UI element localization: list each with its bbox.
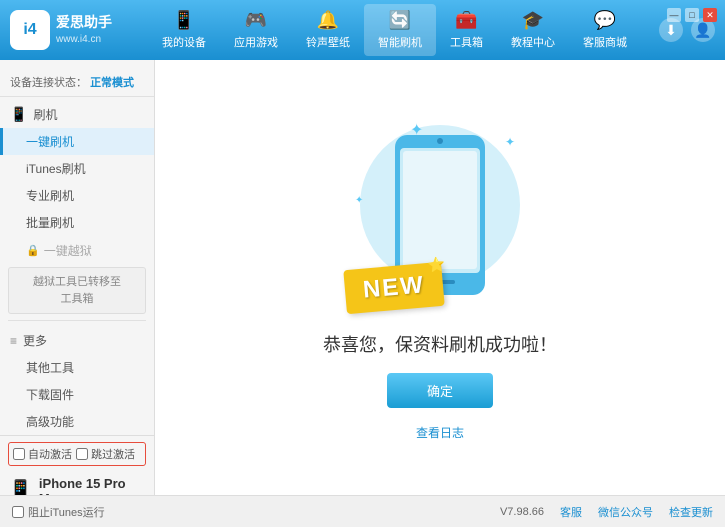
- content-area: ✦ ✦ ✦: [155, 60, 725, 495]
- phone-illustration: ✦ ✦ ✦: [350, 115, 530, 315]
- star-icon-2: ✦: [505, 135, 515, 149]
- more-icon: ≡: [10, 334, 17, 348]
- apps-icon: 🎮: [245, 10, 267, 31]
- logo-icon: i4: [10, 10, 50, 50]
- sidebar-item-advanced[interactable]: 高级功能: [0, 408, 154, 435]
- device-info: iPhone 15 Pro Max 512GB iPhone: [39, 476, 146, 495]
- auto-activate-checkbox[interactable]: 自动激活: [13, 446, 72, 462]
- toolbox-icon: 🧰: [455, 10, 477, 31]
- footer-right: V7.98.66 客服 微信公众号 检查更新: [500, 504, 713, 520]
- service-icon: 💬: [594, 10, 616, 31]
- logo-text: 爱思助手 www.i4.cn: [56, 13, 112, 47]
- ringtone-icon: 🔔: [317, 10, 339, 31]
- logo: i4 爱思助手 www.i4.cn: [10, 10, 130, 50]
- customer-service-link[interactable]: 客服: [560, 504, 582, 520]
- sidebar-item-itunes-flash[interactable]: iTunes刷机: [0, 155, 154, 182]
- new-badge: NEW ⭐: [343, 261, 444, 313]
- badge-star-icon: ⭐: [427, 255, 446, 273]
- skip-activation-checkbox[interactable]: 跳过激活: [76, 446, 135, 462]
- view-log-link[interactable]: 查看日志: [416, 424, 464, 441]
- sidebar-divider: [8, 320, 146, 321]
- sidebar-status: 设备连接状态： 正常模式: [0, 68, 154, 97]
- sidebar-item-other-tools[interactable]: 其他工具: [0, 354, 154, 381]
- device-phone-icon: 📱: [8, 478, 33, 495]
- version-label: V7.98.66: [500, 506, 544, 518]
- sidebar-item-jailbreak-disabled: 🔒 一键越狱: [0, 238, 154, 263]
- skip-activation-input[interactable]: [76, 448, 88, 460]
- sidebar-item-one-key-flash[interactable]: 一键刷机: [0, 128, 154, 155]
- close-button[interactable]: ✕: [703, 8, 717, 22]
- sidebar-top: 设备连接状态： 正常模式 📱 刷机 一键刷机 iTunes刷机: [0, 68, 154, 435]
- device-item: 📱 iPhone 15 Pro Max 512GB iPhone: [8, 472, 146, 495]
- success-message: 恭喜您，保资料刷机成功啦！: [323, 331, 557, 357]
- success-container: ✦ ✦ ✦: [323, 115, 557, 441]
- tutorial-icon: 🎓: [522, 10, 544, 31]
- auto-activate-input[interactable]: [13, 448, 25, 460]
- sidebar-item-pro-flash[interactable]: 专业刷机: [0, 182, 154, 209]
- main-layout: 设备连接状态： 正常模式 📱 刷机 一键刷机 iTunes刷机: [0, 60, 725, 495]
- stop-itunes-checkbox[interactable]: [12, 506, 24, 518]
- flash-group-icon: 📱: [10, 106, 27, 123]
- star-icon-3: ✦: [355, 195, 363, 206]
- device-name: iPhone 15 Pro Max: [39, 476, 146, 495]
- nav-tabs: 📱 我的设备 🎮 应用游戏 🔔 铃声壁纸 🔄 智能刷机 🧰 工具箱 🎓: [130, 4, 659, 56]
- stop-itunes-label: 阻止iTunes运行: [28, 504, 105, 520]
- nav-tab-service[interactable]: 💬 客服商城: [569, 4, 641, 56]
- nav-tab-smart-flash[interactable]: 🔄 智能刷机: [364, 4, 436, 56]
- flash-nav-icon: 🔄: [389, 10, 411, 31]
- confirm-button[interactable]: 确定: [387, 373, 493, 408]
- nav-tab-apps-games[interactable]: 🎮 应用游戏: [220, 4, 292, 56]
- maximize-button[interactable]: □: [685, 8, 699, 22]
- sidebar-more-header: ≡ 更多: [0, 327, 154, 354]
- minimize-button[interactable]: —: [667, 8, 681, 22]
- sidebar: 设备连接状态： 正常模式 📱 刷机 一键刷机 iTunes刷机: [0, 60, 155, 495]
- footer: 阻止iTunes运行 V7.98.66 客服 微信公众号 检查更新: [0, 495, 725, 527]
- check-update-link[interactable]: 检查更新: [669, 504, 713, 520]
- device-icon: 📱: [173, 10, 195, 31]
- window-controls: — □ ✕: [667, 8, 717, 22]
- nav-tab-ringtones[interactable]: 🔔 铃声壁纸: [292, 4, 364, 56]
- header: i4 爱思助手 www.i4.cn 📱 我的设备 🎮 应用游戏 🔔 铃声壁纸: [0, 0, 725, 60]
- sidebar-item-download-firmware[interactable]: 下载固件: [0, 381, 154, 408]
- nav-tab-my-device[interactable]: 📱 我的设备: [148, 4, 220, 56]
- sidebar-item-batch-flash[interactable]: 批量刷机: [0, 209, 154, 236]
- auto-options-box: 自动激活 跳过激活: [8, 442, 146, 466]
- footer-left: 阻止iTunes运行: [12, 504, 105, 520]
- sidebar-group-flash: 📱 刷机 一键刷机 iTunes刷机 专业刷机 批量刷机: [0, 101, 154, 236]
- sidebar-group-flash-header[interactable]: 📱 刷机: [0, 101, 154, 128]
- nav-tab-tutorial[interactable]: 🎓 教程中心: [497, 4, 569, 56]
- lock-icon: 🔒: [26, 244, 40, 257]
- wechat-link[interactable]: 微信公众号: [598, 504, 653, 520]
- nav-tab-toolbox[interactable]: 🧰 工具箱: [436, 4, 497, 56]
- sidebar-jailbreak-note: 越狱工具已转移至工具箱: [8, 267, 146, 314]
- sidebar-device-area: 自动激活 跳过激活 📱 iPhone 15 Pro Max 512GB iPho…: [0, 435, 154, 495]
